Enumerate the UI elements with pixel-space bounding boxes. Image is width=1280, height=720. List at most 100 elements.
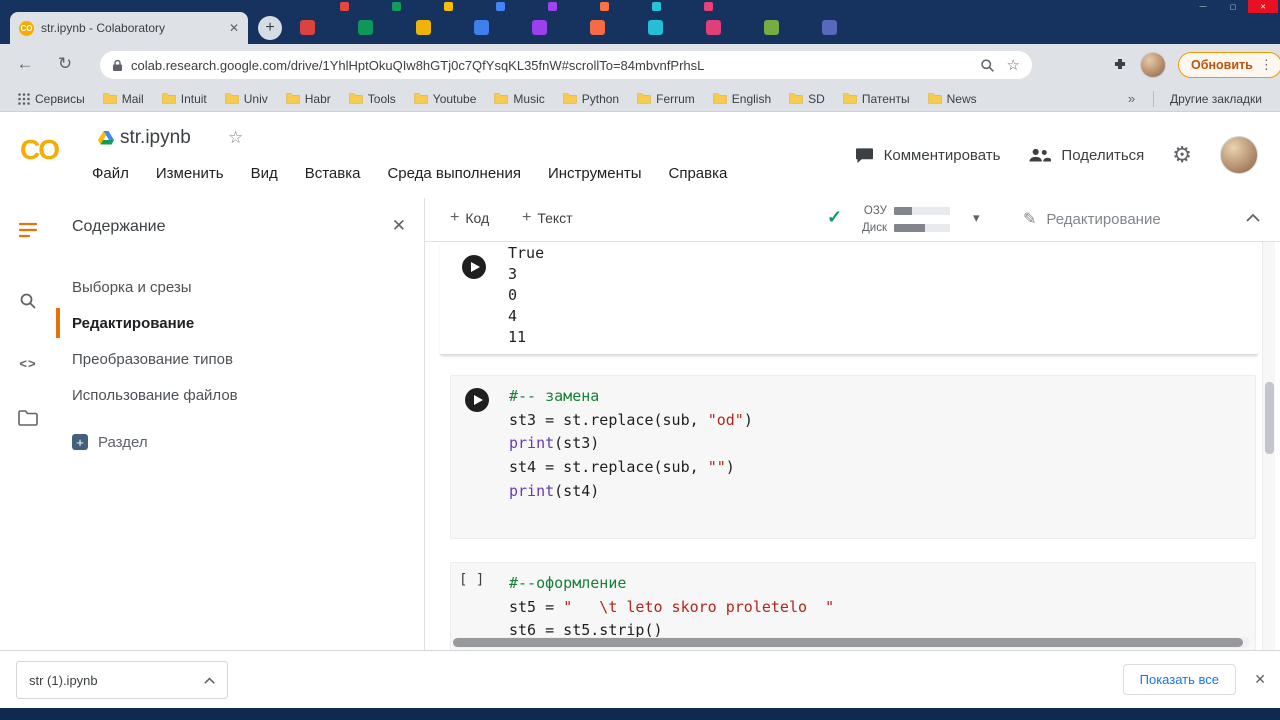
download-chevron-icon[interactable] xyxy=(204,676,215,684)
collapse-chevron-icon[interactable] xyxy=(1246,213,1260,222)
share-label: Поделиться xyxy=(1061,146,1145,164)
pencil-icon: ✎ xyxy=(1023,211,1037,228)
desktop-icon xyxy=(822,20,837,35)
colab-logo[interactable]: CO xyxy=(20,134,60,166)
add-text-button[interactable]: + Текст xyxy=(522,209,573,227)
cell-output-text: True 3 0 4 11 xyxy=(508,244,545,346)
comment-icon xyxy=(855,147,873,163)
folder-icon xyxy=(102,93,117,104)
desktop-strip xyxy=(0,0,1280,12)
download-item[interactable]: str (1).ipynb xyxy=(16,661,228,699)
bookmark-item[interactable]: Tools xyxy=(341,90,404,108)
menu-item[interactable]: Вставка xyxy=(305,165,361,182)
minimize-button[interactable]: — xyxy=(1188,0,1218,13)
chrome-update-button[interactable]: Обновить ⋮ xyxy=(1178,52,1280,78)
vertical-scrollbar-thumb[interactable] xyxy=(1265,382,1274,454)
bookmark-item[interactable]: Патенты xyxy=(835,90,918,108)
kebab-menu-icon[interactable]: ⋮ xyxy=(1260,57,1273,73)
ram-bar-fill xyxy=(894,207,912,215)
desktop-icon xyxy=(358,20,373,35)
bookmark-item[interactable]: Mail xyxy=(95,90,152,108)
show-all-downloads-button[interactable]: Показать все xyxy=(1122,664,1236,695)
toc-item[interactable]: Выборка и срезы xyxy=(56,269,423,305)
add-code-label: Код xyxy=(465,210,490,226)
folder-icon xyxy=(286,93,300,104)
bookmark-item[interactable]: Ferrum xyxy=(629,90,703,108)
user-avatar[interactable] xyxy=(1220,136,1258,174)
maximize-button[interactable]: ▢ xyxy=(1218,0,1248,13)
browser-profile-avatar[interactable] xyxy=(1140,52,1166,78)
cell-gutter xyxy=(451,376,509,538)
menu-item[interactable]: Вид xyxy=(251,165,278,182)
other-bookmarks-button[interactable]: Другие закладки xyxy=(1162,90,1270,108)
url-text[interactable]: colab.research.google.com/drive/1YhlHptO… xyxy=(131,58,972,73)
search-icon[interactable] xyxy=(17,292,39,310)
toc-item[interactable]: Редактирование xyxy=(56,305,423,341)
resources-caret-icon[interactable]: ▾ xyxy=(973,210,980,226)
bookmark-item[interactable]: Сервисы xyxy=(10,90,93,108)
horizontal-scrollbar[interactable] xyxy=(452,637,1250,648)
resources-indicator[interactable]: ОЗУ Диск xyxy=(853,204,950,238)
bookmark-item[interactable]: Univ xyxy=(217,90,276,108)
cell-exec-count[interactable]: [ ] xyxy=(459,572,484,588)
header-actions: Комментировать Поделиться ⚙ xyxy=(855,136,1258,174)
bookmark-item[interactable]: Habr xyxy=(278,90,339,108)
drive-icon xyxy=(98,131,114,145)
add-section-button[interactable]: + Раздел xyxy=(72,426,148,458)
reload-icon[interactable]: ↻ xyxy=(52,54,78,74)
downloads-bar: str (1).ipynb Показать все ✕ xyxy=(0,650,1280,708)
bookmark-item[interactable]: SD xyxy=(781,90,833,108)
zoom-icon[interactable] xyxy=(980,58,995,73)
folder-icon xyxy=(225,93,239,104)
bookmark-item[interactable]: Youtube xyxy=(406,90,485,108)
address-bar[interactable]: colab.research.google.com/drive/1YhlHptO… xyxy=(100,51,1032,79)
menu-item[interactable]: Среда выполнения xyxy=(387,165,521,182)
bookmark-item[interactable]: Intuit xyxy=(154,90,215,108)
share-button[interactable]: Поделиться xyxy=(1028,147,1144,164)
code-snippets-icon[interactable]: <> xyxy=(17,356,39,371)
desktop-icon xyxy=(300,20,315,35)
editing-mode-button[interactable]: ✎ Редактирование xyxy=(1023,209,1161,229)
bookmark-label: Python xyxy=(581,91,620,106)
tab-close-icon[interactable]: ✕ xyxy=(229,21,239,35)
folder-icon xyxy=(494,93,509,104)
comment-button[interactable]: Комментировать xyxy=(855,147,1000,164)
menu-item[interactable]: Инструменты xyxy=(548,165,642,182)
downloads-close-icon[interactable]: ✕ xyxy=(1254,671,1266,688)
settings-gear-icon[interactable]: ⚙ xyxy=(1172,142,1192,168)
run-cell-button[interactable] xyxy=(462,255,486,279)
notebook-cell[interactable]: #-- замена st3 = st.replace(sub, "od") pri… xyxy=(450,375,1256,539)
cell-code-editor[interactable]: #-- замена st3 = st.replace(sub, "od") pri… xyxy=(509,376,753,538)
star-notebook-icon[interactable]: ☆ xyxy=(228,128,243,148)
bookmarks-overflow-chevron[interactable]: » xyxy=(1118,91,1145,106)
vertical-scrollbar[interactable] xyxy=(1262,242,1275,650)
toc-item[interactable]: Использование файлов xyxy=(56,377,423,413)
bookmark-star-icon[interactable]: ☆ xyxy=(1007,56,1020,74)
close-window-button[interactable]: ✕ xyxy=(1248,0,1278,13)
notebook-title[interactable]: str.ipynb xyxy=(120,127,191,149)
bookmark-item[interactable]: Music xyxy=(486,90,552,108)
back-icon[interactable]: ← xyxy=(12,54,38,74)
menu-item[interactable]: Справка xyxy=(669,165,728,182)
bookmark-item[interactable]: News xyxy=(920,90,985,108)
colab-favicon: CO xyxy=(19,20,34,36)
extensions-icon[interactable] xyxy=(1112,56,1128,72)
browser-tab[interactable]: CO str.ipynb - Colaboratory ✕ xyxy=(10,12,248,44)
menu-item[interactable]: Изменить xyxy=(156,165,224,182)
folder-icon xyxy=(563,93,577,104)
files-folder-icon[interactable] xyxy=(17,410,39,426)
horizontal-scrollbar-thumb[interactable] xyxy=(453,638,1244,647)
run-cell-button[interactable] xyxy=(465,388,489,412)
cell-gutter xyxy=(440,242,508,354)
new-tab-button[interactable]: + xyxy=(258,16,282,40)
menu-item[interactable]: Файл xyxy=(92,165,129,182)
toc-close-icon[interactable]: ✕ xyxy=(392,216,406,236)
add-code-button[interactable]: + Код xyxy=(450,209,489,227)
lock-icon xyxy=(113,59,122,71)
taskbar-sliver xyxy=(0,708,1280,720)
toc-item[interactable]: Преобразование типов xyxy=(56,341,423,377)
toc-icon[interactable] xyxy=(17,222,39,238)
bookmark-item[interactable]: English xyxy=(705,90,779,108)
bookmark-item[interactable]: Python xyxy=(555,90,627,108)
notebook-cell-output[interactable]: True 3 0 4 11 xyxy=(440,242,1258,355)
